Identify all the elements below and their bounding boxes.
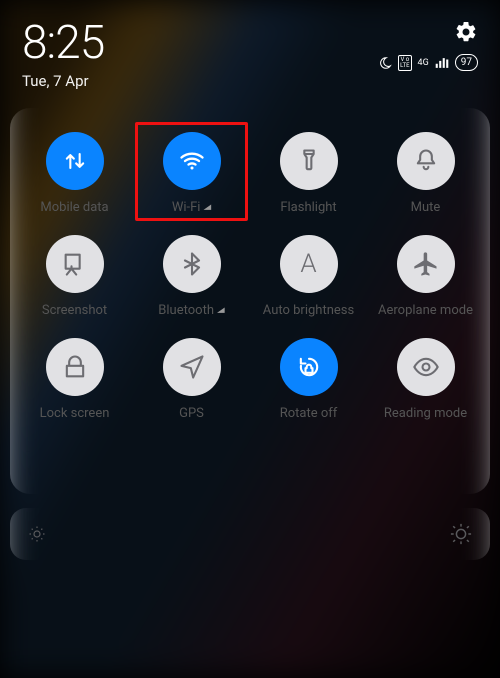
tile-circle xyxy=(46,132,104,190)
tile-circle: A xyxy=(280,235,338,293)
screenshot-icon xyxy=(61,250,89,278)
tile-mobile-data[interactable]: Mobile data xyxy=(16,124,133,221)
sun-large-icon xyxy=(450,523,472,545)
tile-circle xyxy=(163,338,221,396)
tile-circle xyxy=(46,235,104,293)
tile-circle xyxy=(163,235,221,293)
tile-label: Mobile data xyxy=(40,200,108,215)
moon-icon xyxy=(378,56,392,70)
tile-label: Mute xyxy=(411,200,441,215)
airplane-icon xyxy=(412,250,440,278)
tile-flashlight[interactable]: Flashlight xyxy=(250,124,367,221)
mobile-data-icon xyxy=(61,147,89,175)
tile-circle xyxy=(280,132,338,190)
tile-label: GPS xyxy=(179,406,204,421)
gear-icon xyxy=(454,20,478,44)
highlight-box xyxy=(135,122,248,221)
tile-rotate[interactable]: Rotate off xyxy=(250,330,367,427)
tile-label: Aeroplane mode xyxy=(378,303,473,318)
eye-icon xyxy=(412,353,440,381)
status-bar: 8:25 Tue, 7 Apr V o LTE 4G 97 xyxy=(0,0,500,96)
tile-label: Rotate off xyxy=(280,406,338,421)
date: Tue, 7 Apr xyxy=(22,72,104,90)
tile-circle xyxy=(280,338,338,396)
tile-mute[interactable]: Mute xyxy=(367,124,484,221)
tile-bluetooth[interactable]: Bluetooth◢ xyxy=(133,227,250,324)
tile-reading[interactable]: Reading mode xyxy=(367,330,484,427)
tile-label: Lock screen xyxy=(40,406,110,421)
tile-circle xyxy=(46,338,104,396)
tile-lock-screen[interactable]: Lock screen xyxy=(16,330,133,427)
tile-wifi[interactable]: Wi-Fi◢ xyxy=(133,124,250,221)
tile-label: Flashlight xyxy=(280,200,336,215)
signal-4g: 4G xyxy=(418,58,429,68)
letter-a-icon: A xyxy=(300,249,316,279)
signal-icon xyxy=(435,57,449,69)
tile-label: Auto brightness xyxy=(263,303,354,318)
lock-icon xyxy=(61,353,89,381)
tile-circle xyxy=(397,132,455,190)
tile-auto-brightness[interactable]: A Auto brightness xyxy=(250,227,367,324)
flashlight-icon xyxy=(295,147,323,175)
tile-label: Bluetooth◢ xyxy=(158,303,224,318)
volte-badge: V o LTE xyxy=(398,55,411,71)
bluetooth-icon xyxy=(178,250,206,278)
tile-circle xyxy=(397,338,455,396)
quick-settings-grid: Mobile data Wi-Fi◢ Flashlight Mute Screensho… xyxy=(16,124,484,427)
tile-screenshot[interactable]: Screenshot xyxy=(16,227,133,324)
expand-indicator-icon: ◢ xyxy=(203,204,211,212)
expand-indicator-icon: ◢ xyxy=(217,307,225,315)
tile-gps[interactable]: GPS xyxy=(133,330,250,427)
clock: 8:25 xyxy=(22,20,104,66)
tile-label: Reading mode xyxy=(384,406,467,421)
battery-pill: 97 xyxy=(455,54,478,71)
tile-circle xyxy=(397,235,455,293)
rotate-lock-icon xyxy=(295,353,323,381)
bell-icon xyxy=(412,147,440,175)
tile-label: Screenshot xyxy=(42,303,107,318)
settings-button[interactable] xyxy=(454,20,478,44)
sun-small-icon xyxy=(28,525,46,543)
tile-aeroplane[interactable]: Aeroplane mode xyxy=(367,227,484,324)
navigation-icon xyxy=(178,353,206,381)
